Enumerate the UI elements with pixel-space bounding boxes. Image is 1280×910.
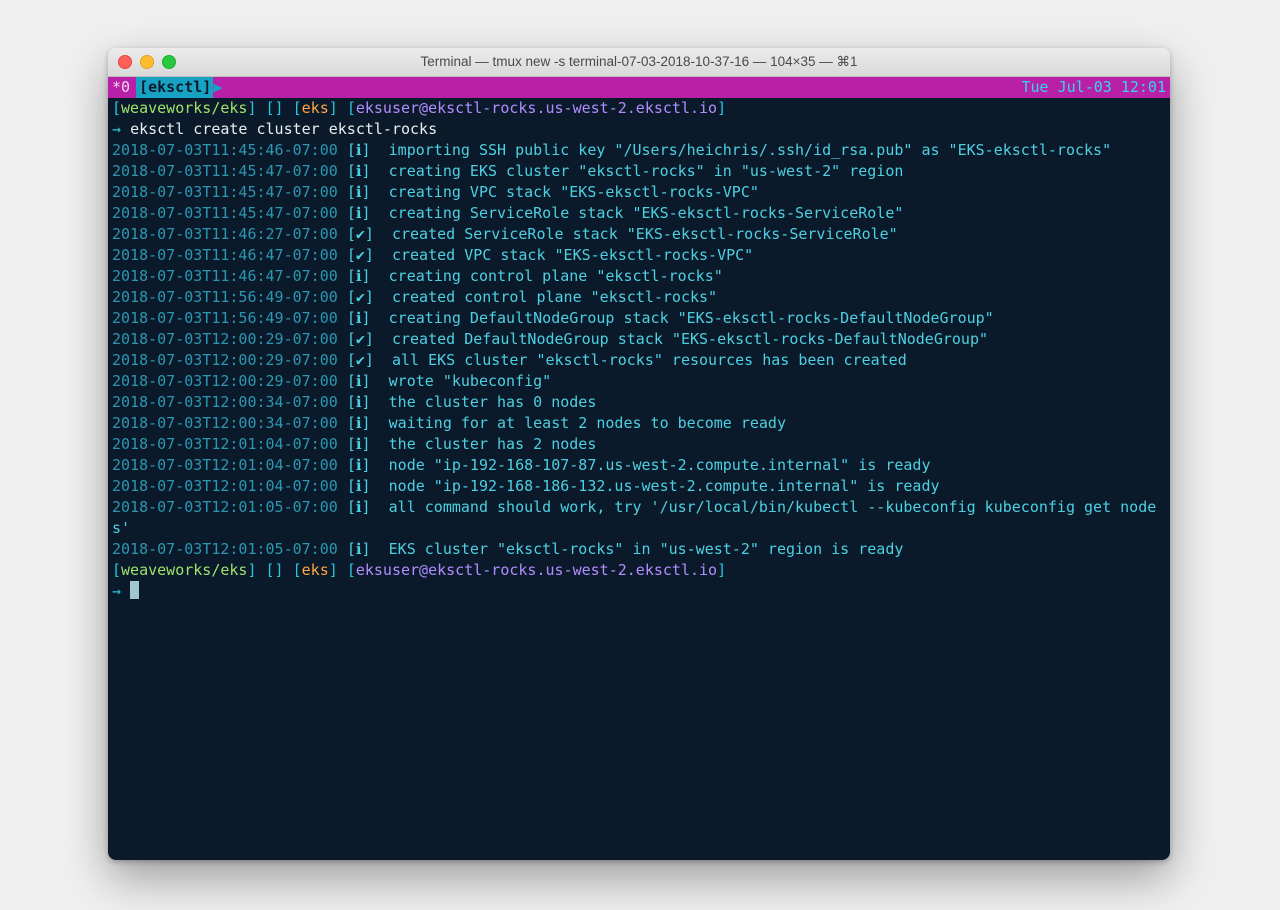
titlebar[interactable]: Terminal — tmux new -s terminal-07-03-20… — [108, 48, 1170, 77]
zoom-icon[interactable] — [162, 55, 176, 69]
log-line: 2018-07-03T11:45:46-07:00 [ℹ] importing … — [112, 140, 1166, 161]
log-line: 2018-07-03T11:46:47-07:00 [ℹ] creating c… — [112, 266, 1166, 287]
log-line: 2018-07-03T12:00:34-07:00 [ℹ] waiting fo… — [112, 413, 1166, 434]
log-line: 2018-07-03T11:45:47-07:00 [ℹ] creating E… — [112, 161, 1166, 182]
log-line: 2018-07-03T11:56:49-07:00 [✔] created co… — [112, 287, 1166, 308]
terminal-window: Terminal — tmux new -s terminal-07-03-20… — [108, 48, 1170, 860]
tmux-status-bar: *0 [eksctl] ▶ Tue Jul-03 12:01 — [108, 77, 1170, 98]
tmux-session-index: *0 — [108, 77, 136, 98]
command-line: → eksctl create cluster eksctl-rocks — [112, 119, 1166, 140]
terminal-output[interactable]: [weaveworks/eks] [] [eks] [eksuser@eksct… — [108, 98, 1170, 602]
tmux-clock: Tue Jul-03 12:01 — [1022, 77, 1171, 98]
log-line: 2018-07-03T12:00:29-07:00 [ℹ] wrote "kub… — [112, 371, 1166, 392]
minimize-icon[interactable] — [140, 55, 154, 69]
log-line: 2018-07-03T12:01:04-07:00 [ℹ] the cluste… — [112, 434, 1166, 455]
prompt-cursor-line[interactable]: → — [112, 581, 1166, 602]
tmux-divider-icon: ▶ — [213, 77, 222, 98]
prompt-line: [weaveworks/eks] [] [eks] [eksuser@eksct… — [112, 98, 1166, 119]
log-line: 2018-07-03T12:00:34-07:00 [ℹ] the cluste… — [112, 392, 1166, 413]
log-line: 2018-07-03T11:56:49-07:00 [ℹ] creating D… — [112, 308, 1166, 329]
log-line: 2018-07-03T12:00:29-07:00 [✔] created De… — [112, 329, 1166, 350]
log-line: 2018-07-03T11:46:27-07:00 [✔] created Se… — [112, 224, 1166, 245]
terminal-body[interactable]: *0 [eksctl] ▶ Tue Jul-03 12:01 [weavewor… — [108, 77, 1170, 860]
log-line: 2018-07-03T11:45:47-07:00 [ℹ] creating S… — [112, 203, 1166, 224]
tmux-window-name: [eksctl] — [136, 77, 214, 98]
close-icon[interactable] — [118, 55, 132, 69]
log-line: 2018-07-03T12:01:05-07:00 [ℹ] all comman… — [112, 497, 1166, 539]
traffic-lights — [118, 55, 176, 69]
log-line: 2018-07-03T12:00:29-07:00 [✔] all EKS cl… — [112, 350, 1166, 371]
log-line: 2018-07-03T12:01:04-07:00 [ℹ] node "ip-1… — [112, 476, 1166, 497]
log-line: 2018-07-03T11:45:47-07:00 [ℹ] creating V… — [112, 182, 1166, 203]
log-line: 2018-07-03T11:46:47-07:00 [✔] created VP… — [112, 245, 1166, 266]
cursor-icon — [130, 581, 139, 599]
log-line: 2018-07-03T12:01:05-07:00 [ℹ] EKS cluste… — [112, 539, 1166, 560]
log-line: 2018-07-03T12:01:04-07:00 [ℹ] node "ip-1… — [112, 455, 1166, 476]
prompt-line: [weaveworks/eks] [] [eks] [eksuser@eksct… — [112, 560, 1166, 581]
window-title: Terminal — tmux new -s terminal-07-03-20… — [108, 54, 1170, 70]
